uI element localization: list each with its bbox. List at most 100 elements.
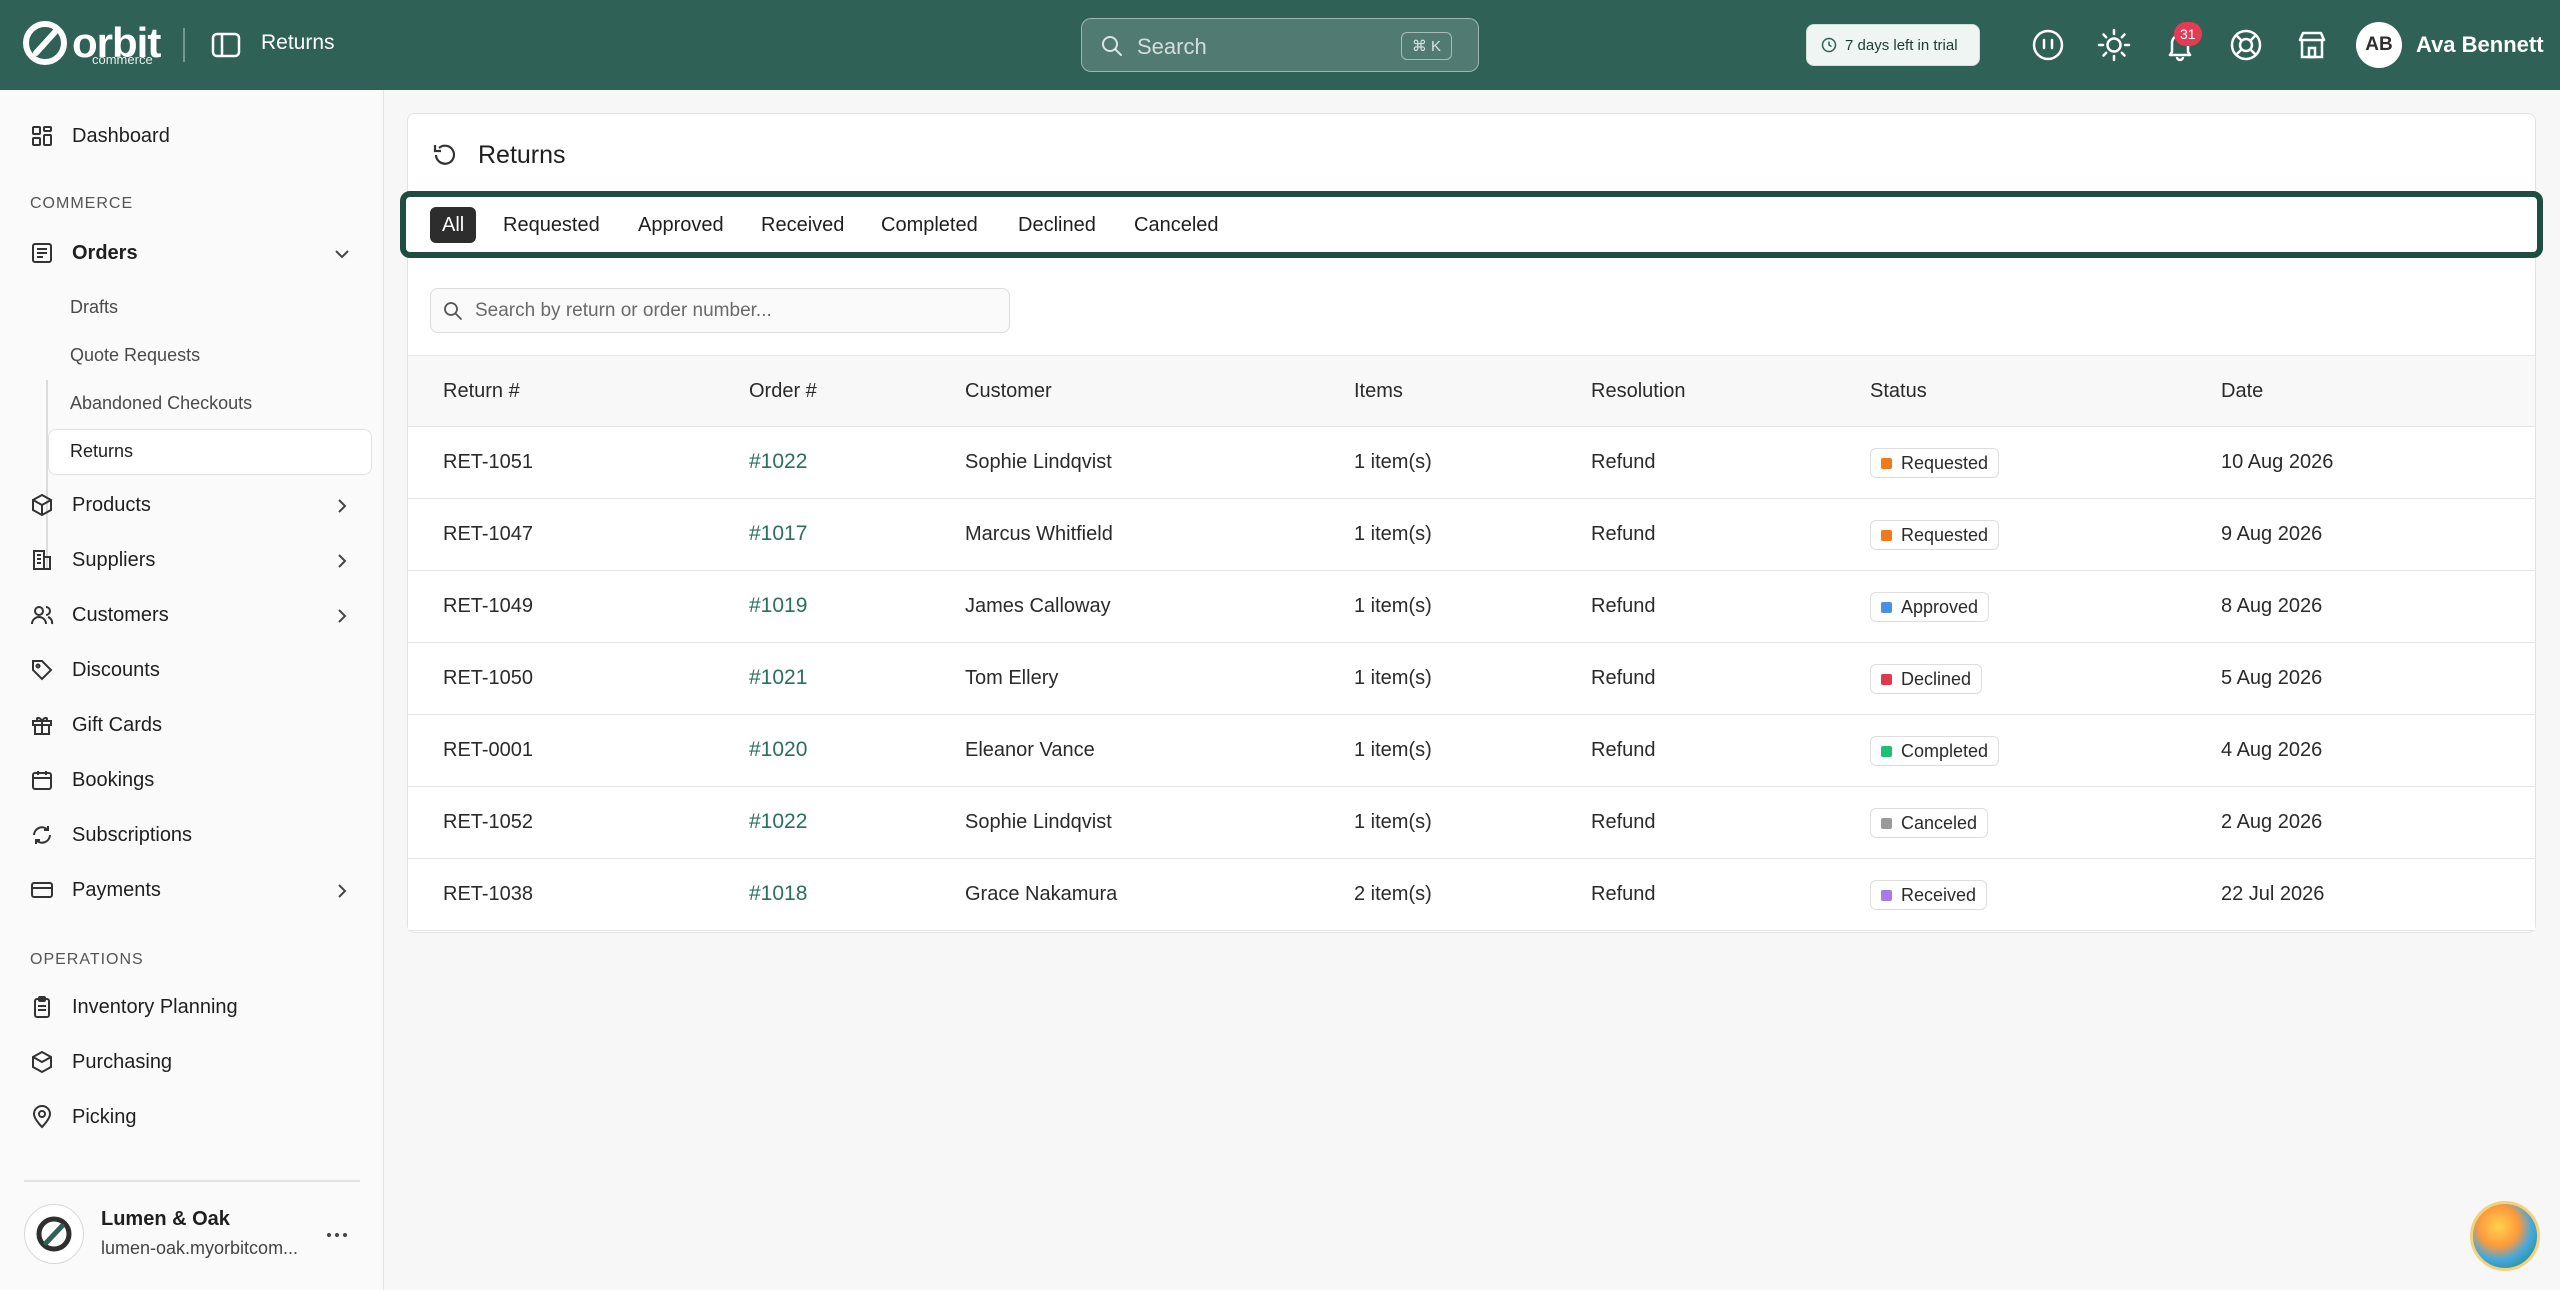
notification-badge: 31 — [2174, 22, 2202, 46]
resolution: Refund — [1591, 883, 1656, 905]
return-number: RET-1051 — [443, 451, 534, 473]
orders-icon — [32, 243, 52, 263]
order-link[interactable]: #1022 — [749, 810, 807, 834]
customer-name: Tom Ellery — [965, 667, 1059, 689]
sun-icon[interactable] — [2097, 28, 2131, 62]
chevron-down-icon[interactable] — [333, 245, 351, 263]
store-name[interactable]: Lumen & Oak — [101, 1208, 230, 1231]
customer-name: Sophie Lindqvist — [965, 451, 1112, 473]
sidebar-item-orders[interactable]: Orders — [30, 241, 138, 265]
order-link[interactable]: #1019 — [749, 594, 807, 618]
section-label-operations: OPERATIONS — [30, 951, 144, 968]
items-count: 1 item(s) — [1354, 667, 1432, 689]
tab-received[interactable]: Received — [749, 207, 856, 243]
chevron-right-icon[interactable] — [333, 882, 351, 900]
sidebar-item-customers[interactable]: Customers — [30, 603, 169, 627]
help-lifebuoy-icon[interactable] — [2229, 28, 2263, 62]
return-number: RET-1047 — [443, 523, 534, 545]
return-number: RET-1050 — [443, 667, 534, 689]
column-header-return[interactable]: Return # — [443, 380, 520, 403]
return-number: RET-1049 — [443, 595, 534, 617]
tab-completed[interactable]: Completed — [869, 207, 990, 243]
sidebar-item-discounts[interactable]: Discounts — [30, 658, 160, 682]
chevron-right-icon[interactable] — [333, 552, 351, 570]
column-header-customer[interactable]: Customer — [965, 380, 1052, 403]
order-link[interactable]: #1017 — [749, 522, 807, 546]
sidebar: Dashboard COMMERCE Orders Drafts Quote R… — [0, 90, 384, 1290]
order-link[interactable]: #1018 — [749, 882, 807, 906]
sidebar-item-picking[interactable]: Picking — [30, 1105, 136, 1129]
sidebar-item-bookings[interactable]: Bookings — [30, 768, 154, 792]
sidebar-item-gift-cards[interactable]: Gift Cards — [30, 713, 162, 737]
sidebar-item-payments[interactable]: Payments — [30, 878, 161, 902]
tag-icon — [32, 660, 53, 681]
column-header-status[interactable]: Status — [1870, 380, 1927, 403]
sidebar-item-products[interactable]: Products — [30, 493, 151, 517]
sidebar-subitem-abandoned-checkouts[interactable]: Abandoned Checkouts — [70, 393, 252, 414]
trial-badge[interactable]: 7 days left in trial — [1806, 24, 1980, 66]
status-badge: Received — [1870, 880, 1988, 910]
sidebar-subitem-quote-requests[interactable]: Quote Requests — [70, 345, 200, 366]
storefront-icon[interactable] — [2295, 28, 2329, 62]
clock-icon — [1821, 37, 1837, 53]
customer-name: Eleanor Vance — [965, 739, 1095, 761]
search-icon — [1102, 36, 1122, 56]
returns-search-placeholder: Search by return or order number... — [475, 300, 772, 321]
returns-search-input[interactable]: Search by return or order number... — [430, 288, 1010, 333]
tab-canceled[interactable]: Canceled — [1122, 207, 1231, 243]
table-row[interactable] — [408, 787, 2535, 859]
user-name[interactable]: Ava Bennett — [2416, 32, 2544, 58]
column-header-date[interactable]: Date — [2221, 380, 2263, 403]
return-number: RET-1038 — [443, 883, 534, 905]
status-badge: Approved — [1870, 592, 1990, 622]
table-row[interactable] — [408, 571, 2535, 643]
table-row[interactable] — [408, 499, 2535, 571]
sidebar-item-inventory-planning[interactable]: Inventory Planning — [30, 995, 238, 1019]
more-horizontal-icon[interactable] — [325, 1225, 349, 1245]
order-link[interactable]: #1022 — [749, 450, 807, 474]
tab-requested[interactable]: Requested — [491, 207, 612, 243]
chat-widget-avatar[interactable] — [2470, 1201, 2540, 1271]
table-row[interactable] — [408, 715, 2535, 787]
column-header-items[interactable]: Items — [1354, 380, 1403, 403]
table-row[interactable] — [408, 859, 2535, 931]
sidebar-item-label: Dashboard — [72, 124, 170, 147]
sidebar-item-label: Bookings — [72, 768, 155, 791]
sidebar-item-purchasing[interactable]: Purchasing — [30, 1050, 172, 1074]
items-count: 1 item(s) — [1354, 451, 1432, 473]
gift-icon — [32, 717, 52, 735]
column-header-order[interactable]: Order # — [749, 380, 817, 403]
tab-all[interactable]: All — [430, 207, 477, 243]
clipboard-icon — [34, 996, 50, 1018]
sidebar-subitem-drafts[interactable]: Drafts — [70, 297, 118, 318]
top-divider — [183, 28, 185, 62]
top-page-title: Returns — [261, 31, 335, 54]
sidebar-item-label: Customers — [72, 603, 169, 626]
sidebar-subitem-returns[interactable]: Returns — [70, 441, 133, 462]
order-link[interactable]: #1021 — [749, 666, 807, 690]
status-badge: Declined — [1870, 664, 1983, 694]
status-label: Declined — [1901, 668, 1972, 689]
customer-name: Marcus Whitfield — [965, 523, 1113, 545]
status-dot — [1881, 529, 1892, 541]
user-avatar[interactable]: AB — [2356, 22, 2402, 68]
global-search[interactable]: Search ⌘ K — [1081, 18, 1479, 72]
tab-approved[interactable]: Approved — [626, 207, 736, 243]
chevron-right-icon[interactable] — [333, 497, 351, 515]
order-link[interactable]: #1020 — [749, 738, 807, 762]
chevron-right-icon[interactable] — [333, 607, 351, 625]
table-row[interactable] — [408, 643, 2535, 715]
sidebar-item-suppliers[interactable]: Suppliers — [30, 548, 155, 572]
store-logo[interactable] — [24, 1204, 84, 1264]
assistant-icon[interactable] — [2031, 28, 2065, 62]
column-header-resolution[interactable]: Resolution — [1591, 380, 1686, 403]
sidebar-item-dashboard[interactable]: Dashboard — [30, 124, 170, 148]
return-date: 9 Aug 2026 — [2221, 523, 2323, 545]
sidebar-item-subscriptions[interactable]: Subscriptions — [30, 823, 192, 847]
table-row[interactable] — [408, 427, 2535, 499]
return-date: 4 Aug 2026 — [2221, 739, 2323, 761]
sidebar-toggle-icon[interactable] — [211, 31, 241, 59]
map-pin-icon — [32, 1105, 52, 1129]
tab-declined[interactable]: Declined — [1006, 207, 1108, 243]
return-number: RET-0001 — [443, 739, 534, 761]
